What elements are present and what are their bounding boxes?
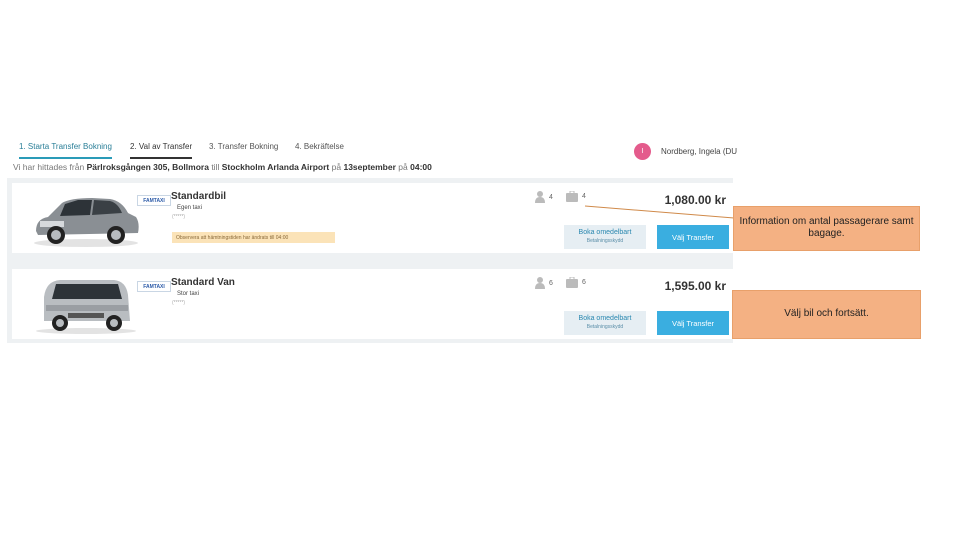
callout-choose-car: Välj bil och fortsätt.	[732, 290, 921, 339]
callout-leader-line	[584, 205, 735, 219]
callout-passenger-info: Information om antal passagerare samt ba…	[733, 206, 920, 251]
